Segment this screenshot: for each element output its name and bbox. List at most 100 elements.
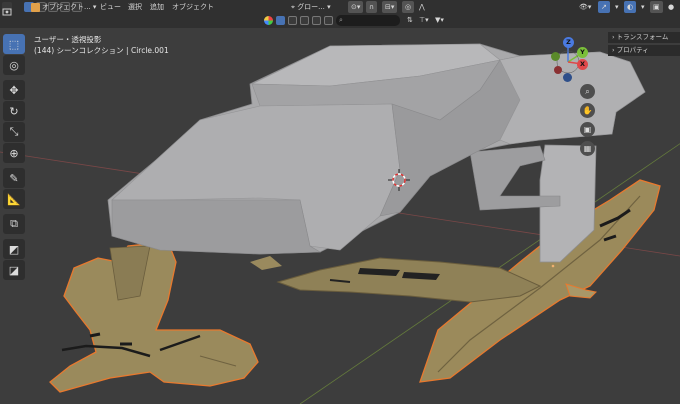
select-box-tool[interactable]: ⬚ bbox=[3, 34, 25, 54]
select-filter-icon[interactable] bbox=[276, 16, 285, 25]
pan-button[interactable]: ✋ bbox=[580, 103, 595, 118]
extrude-icon: ◩ bbox=[8, 242, 20, 256]
collection-info: (144) シーンコレクション | Circle.001 bbox=[34, 46, 169, 55]
mesh-filter-icon[interactable] bbox=[288, 16, 297, 25]
mode-label: オブジェクト... bbox=[42, 3, 91, 11]
xray-toggle[interactable]: ▣ bbox=[650, 1, 663, 13]
shading-solid-button[interactable]: ● bbox=[665, 1, 677, 13]
proportional-edit-icon: ◎ bbox=[405, 3, 412, 11]
cursor-icon: ◎ bbox=[9, 58, 19, 72]
tab-transform[interactable]: › トランスフォーム bbox=[608, 32, 680, 43]
light-filter-icon[interactable] bbox=[312, 16, 321, 25]
gizmo-neg-y[interactable] bbox=[551, 52, 560, 61]
search-input[interactable] bbox=[336, 15, 400, 26]
navigation-gizmo[interactable]: Z Y X bbox=[548, 36, 594, 84]
object-mode-icon bbox=[31, 2, 40, 12]
menu-object[interactable]: オブジェクト bbox=[172, 0, 214, 14]
measure-icon: 📐 bbox=[7, 192, 21, 206]
gizmo-x-axis[interactable]: X bbox=[577, 59, 588, 70]
orientation-label: グロー... bbox=[297, 3, 325, 11]
zoom-button[interactable]: ⌕ bbox=[580, 84, 595, 99]
shrink-icon: ◪ bbox=[8, 263, 20, 277]
menu-view[interactable]: ビュー bbox=[100, 0, 121, 14]
tab-transform-label: トランスフォーム bbox=[616, 33, 669, 41]
header-row-bottom: ⌕ ⇅ ⊤▾ ▼▾ bbox=[0, 14, 680, 28]
chevron-down-icon: ▾ bbox=[641, 3, 645, 11]
xray-icon: ▣ bbox=[653, 3, 660, 11]
overlay-icon: ◐ bbox=[627, 3, 634, 11]
move-tool[interactable]: ✥ bbox=[3, 80, 25, 100]
header-row-top: オブジェクト... ▾ ビュー 選択 追加 オブジェクト ⌖ グロー... ▾ … bbox=[0, 0, 680, 16]
add-cube-tool[interactable]: ⧉ bbox=[3, 214, 25, 234]
middle-wing bbox=[250, 256, 542, 303]
gizmo-z-axis[interactable]: Z bbox=[563, 37, 574, 48]
gizmo-y-axis[interactable]: Y bbox=[577, 47, 588, 58]
filter-button[interactable]: ▼▾ bbox=[432, 14, 447, 26]
scale-icon: ⤡ bbox=[9, 125, 19, 138]
falloff-dropdown[interactable]: ⋀ bbox=[416, 1, 428, 13]
search-icon: ⌕ bbox=[339, 16, 343, 24]
display-mode-button[interactable]: ⊤▾ bbox=[416, 14, 432, 26]
left-pontoon bbox=[49, 241, 259, 393]
ortho-toggle-button[interactable]: ▦ bbox=[580, 141, 595, 156]
magnet-icon: ∩ bbox=[369, 3, 375, 11]
grid-icon: ▦ bbox=[583, 144, 592, 153]
color-picker-icon[interactable] bbox=[264, 16, 273, 25]
rotate-tool[interactable]: ↻ bbox=[3, 101, 25, 121]
chevron-down-icon: ▾ bbox=[92, 3, 97, 11]
cursor-tool[interactable]: ◎ bbox=[3, 55, 25, 75]
eye-icon: 👁 bbox=[579, 3, 588, 11]
hand-icon: ✋ bbox=[582, 106, 593, 115]
sort-icon: ⇅ bbox=[407, 16, 413, 24]
scene-canvas bbox=[0, 43, 680, 404]
transform-tool[interactable]: ⊕ bbox=[3, 143, 25, 163]
gizmo-neg-z[interactable] bbox=[563, 73, 572, 82]
view-name: ユーザー・透視投影 bbox=[34, 35, 102, 44]
pivot-icon: ⊙ bbox=[351, 3, 357, 11]
snap-dropdown[interactable]: ⊟▾ bbox=[382, 1, 398, 13]
snap-toggle[interactable]: ∩ bbox=[366, 1, 378, 13]
menu-select[interactable]: 選択 bbox=[128, 0, 142, 14]
measure-tool[interactable]: 📐 bbox=[3, 189, 25, 209]
falloff-icon: ⋀ bbox=[419, 3, 425, 11]
sort-button[interactable]: ⇅ bbox=[404, 14, 416, 26]
viewport-info: ユーザー・透視投影 (144) シーンコレクション | Circle.001 bbox=[34, 34, 169, 56]
scale-tool[interactable]: ⤡ bbox=[3, 122, 25, 142]
rotate-icon: ↻ bbox=[9, 104, 19, 118]
visibility-dropdown[interactable]: 👁▾ bbox=[576, 1, 594, 13]
orientation-icon: ⌖ bbox=[291, 3, 295, 11]
pivot-dropdown[interactable]: ⊙▾ bbox=[348, 1, 364, 13]
filter-icon: ▼ bbox=[435, 16, 441, 24]
proportional-edit-toggle[interactable]: ◎ bbox=[402, 1, 415, 13]
gizmo-dropdown[interactable]: ▾ bbox=[612, 1, 622, 13]
camera-filter-icon[interactable] bbox=[324, 16, 333, 25]
shrink-tool[interactable]: ◪ bbox=[3, 260, 25, 280]
tab-properties-label: プロパティ bbox=[616, 46, 649, 54]
mode-dropdown[interactable]: オブジェクト... ▾ bbox=[28, 1, 99, 13]
orientation-dropdown[interactable]: ⌖ グロー... ▾ bbox=[288, 1, 334, 13]
annotate-tool[interactable]: ✎ bbox=[3, 168, 25, 188]
tab-properties[interactable]: › プロパティ bbox=[608, 45, 680, 56]
chevron-down-icon: ▾ bbox=[327, 3, 331, 11]
object-origin bbox=[551, 264, 555, 268]
overlay-dropdown[interactable]: ▾ bbox=[638, 1, 648, 13]
chevron-down-icon: ▾ bbox=[615, 3, 619, 11]
menu-add[interactable]: 追加 bbox=[150, 0, 164, 14]
3d-viewport[interactable]: ユーザー・透視投影 (144) シーンコレクション | Circle.001 ⬚… bbox=[0, 28, 680, 404]
overlay-toggle[interactable]: ◐ bbox=[624, 1, 637, 13]
add-cube-icon: ⧉ bbox=[10, 217, 18, 230]
select-box-icon: ⬚ bbox=[8, 37, 20, 51]
list-icon: ⊤ bbox=[419, 16, 426, 24]
viewport-header: オブジェクト... ▾ ビュー 選択 追加 オブジェクト ⌖ グロー... ▾ … bbox=[0, 0, 680, 29]
zoom-icon: ⌕ bbox=[585, 87, 590, 96]
extrude-tool[interactable]: ◩ bbox=[3, 239, 25, 259]
camera-icon: ▣ bbox=[583, 125, 592, 134]
curve-filter-icon[interactable] bbox=[300, 16, 309, 25]
gizmo-neg-x[interactable] bbox=[554, 66, 562, 74]
move-icon: ✥ bbox=[9, 83, 19, 97]
snap-target-icon: ⊟ bbox=[385, 3, 391, 11]
camera-view-button[interactable]: ▣ bbox=[580, 122, 595, 137]
gizmo-toggle[interactable]: ↗ bbox=[598, 1, 610, 13]
shading-solid-icon: ● bbox=[668, 3, 675, 11]
editor-type-icon[interactable] bbox=[2, 2, 12, 16]
